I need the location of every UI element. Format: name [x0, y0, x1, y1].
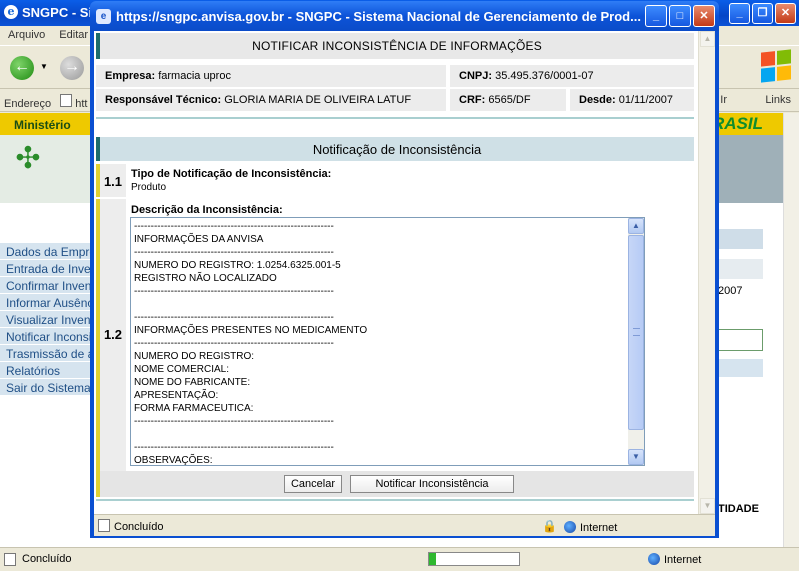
background-status-bar: Concluído Internet — [0, 547, 799, 571]
background-status-text: Concluído — [22, 553, 72, 565]
banner-image — [715, 135, 783, 203]
background-table-row — [715, 259, 763, 279]
popup-titlebar[interactable]: e https://sngpc.anvisa.gov.br - SNGPC - … — [90, 1, 719, 31]
background-zone: Internet — [648, 553, 701, 566]
ministerio-label: Ministério — [14, 118, 71, 132]
empresa-label: Empresa: — [105, 70, 156, 82]
sidebar-item-dados-empresa[interactable]: Dados da Empresa — [0, 243, 94, 260]
descricao-text: ----------------------------------------… — [134, 221, 368, 466]
descricao-textarea[interactable]: ----------------------------------------… — [130, 217, 645, 466]
divider-bottom — [96, 499, 694, 501]
background-column-header: TIDADE — [718, 503, 759, 515]
sidebar-item-visualizar-inventario[interactable]: Visualizar Inventário — [0, 311, 94, 328]
tipo-value: Produto — [131, 182, 167, 193]
back-button[interactable]: ← — [10, 56, 34, 80]
responsavel-value: GLORIA MARIA DE OLIVEIRA LATUF — [224, 94, 412, 106]
sidebar: Dados da Empresa Entrada de Inventário C… — [0, 243, 94, 396]
empresa-cell: Empresa: farmacia uproc — [96, 65, 446, 87]
menu-arquivo[interactable]: Arquivo — [8, 29, 45, 45]
crf-value: 6565/DF — [488, 94, 531, 106]
anvisa-logo-icon: ✣ — [15, 142, 41, 175]
desde-value: 01/11/2007 — [618, 94, 673, 106]
sidebar-item-sair[interactable]: Sair do Sistema — [0, 379, 94, 396]
popup-status-text: Concluído — [114, 521, 164, 533]
button-bar: Cancelar Notificar Inconsistência — [96, 471, 694, 497]
background-window-title: SNGPC - Si — [22, 5, 93, 20]
minimize-button[interactable]: _ — [729, 3, 750, 24]
page-icon — [60, 94, 73, 107]
popup-title: https://sngpc.anvisa.gov.br - SNGPC - Si… — [116, 9, 641, 24]
desde-label: Desde: — [579, 94, 616, 106]
sidebar-item-relatorios[interactable]: Relatórios — [0, 362, 94, 379]
crf-cell: CRF: 6565/DF — [450, 89, 566, 111]
scroll-thumb[interactable] — [628, 235, 644, 430]
sidebar-item-informar-ausencia[interactable]: Informar Ausência — [0, 294, 94, 311]
lock-icon: 🔒 — [542, 519, 557, 533]
ie-page-icon: e — [96, 9, 111, 24]
page-done-icon — [4, 553, 16, 566]
menu-editar[interactable]: Editar — [59, 29, 88, 45]
descricao-label: Descrição da Inconsistência: — [131, 204, 283, 216]
notify-inconsistency-button[interactable]: Notificar Inconsistência — [350, 475, 514, 493]
internet-globe-icon — [648, 553, 660, 565]
background-table-header — [715, 229, 763, 249]
popup-content: NOTIFICAR INCONSISTÊNCIA DE INFORMAÇÕES … — [94, 31, 715, 514]
empresa-value: farmacia uproc — [158, 70, 231, 82]
scroll-down-arrow-icon[interactable]: ▼ — [628, 449, 644, 465]
popup-window: e https://sngpc.anvisa.gov.br - SNGPC - … — [90, 1, 719, 538]
back-dropdown-icon[interactable]: ▼ — [40, 62, 48, 71]
popup-scroll-down-icon[interactable]: ▼ — [700, 498, 715, 514]
background-year: 2007 — [718, 285, 743, 297]
popup-close-button[interactable]: ✕ — [693, 5, 715, 27]
address-label: Endereço — [4, 98, 52, 110]
sidebar-item-confirmar-inventario[interactable]: Confirmar Inventário — [0, 277, 94, 294]
textarea-scrollbar[interactable]: ▲ ▼ — [628, 218, 644, 465]
responsavel-cell: Responsável Técnico: GLORIA MARIA DE OLI… — [96, 89, 446, 111]
cnpj-value: 35.495.376/0001-07 — [495, 70, 594, 82]
info-row-responsavel: Responsável Técnico: GLORIA MARIA DE OLI… — [96, 89, 694, 111]
scroll-up-arrow-icon[interactable]: ▲ — [628, 218, 644, 234]
section-header: Notificação de Inconsistência — [96, 137, 694, 161]
close-button[interactable]: ✕ — [775, 3, 796, 24]
forward-button[interactable]: → — [60, 56, 84, 80]
tipo-label: Tipo de Notificação de Inconsistência: — [131, 168, 332, 180]
go-button[interactable]: Ir — [720, 94, 727, 106]
divider — [96, 117, 694, 119]
popup-scrollbar[interactable]: ▲ ▼ — [698, 31, 715, 514]
form-header: NOTIFICAR INCONSISTÊNCIA DE INFORMAÇÕES — [96, 33, 694, 59]
cancel-button[interactable]: Cancelar — [284, 475, 342, 493]
address-input[interactable]: htt — [75, 98, 87, 110]
ie-logo-icon: e — [4, 5, 18, 19]
progress-bar — [428, 552, 520, 566]
responsavel-label: Responsável Técnico: — [105, 94, 222, 106]
page-done-icon — [98, 519, 110, 532]
item-number-1-2: 1.2 — [96, 199, 126, 471]
popup-maximize-button[interactable]: □ — [669, 5, 691, 27]
background-zone-label: Internet — [664, 554, 702, 566]
background-input[interactable] — [715, 329, 763, 351]
background-band — [715, 359, 763, 377]
grip-icon — [633, 328, 640, 336]
sidebar-item-entrada-inventario[interactable]: Entrada de Inventário — [0, 260, 94, 277]
cnpj-label: CNPJ: — [459, 70, 493, 82]
maximize-button[interactable]: ❐ — [752, 3, 773, 24]
sidebar-item-transmissao[interactable]: Trasmissão de arquivos — [0, 345, 94, 362]
item-number-1-1: 1.1 — [96, 164, 126, 197]
desde-cell: Desde: 01/11/2007 — [570, 89, 694, 111]
popup-scroll-up-icon[interactable]: ▲ — [700, 31, 715, 47]
internet-globe-icon — [564, 521, 576, 533]
popup-minimize-button[interactable]: _ — [645, 5, 667, 27]
links-button[interactable]: Links — [765, 94, 791, 106]
background-scrollbar[interactable] — [783, 113, 799, 547]
info-row-empresa: Empresa: farmacia uproc CNPJ: 35.495.376… — [96, 65, 694, 87]
popup-zone: Internet — [564, 521, 617, 534]
popup-status-bar: Concluído 🔒 Internet — [94, 514, 715, 536]
cnpj-cell: CNPJ: 35.495.376/0001-07 — [450, 65, 694, 87]
popup-zone-label: Internet — [580, 522, 618, 534]
progress-fill — [429, 553, 437, 565]
sidebar-item-notificar-inconsistencia[interactable]: Notificar Inconsistência — [0, 328, 94, 345]
crf-label: CRF: — [459, 94, 486, 106]
windows-logo-icon — [761, 49, 791, 83]
